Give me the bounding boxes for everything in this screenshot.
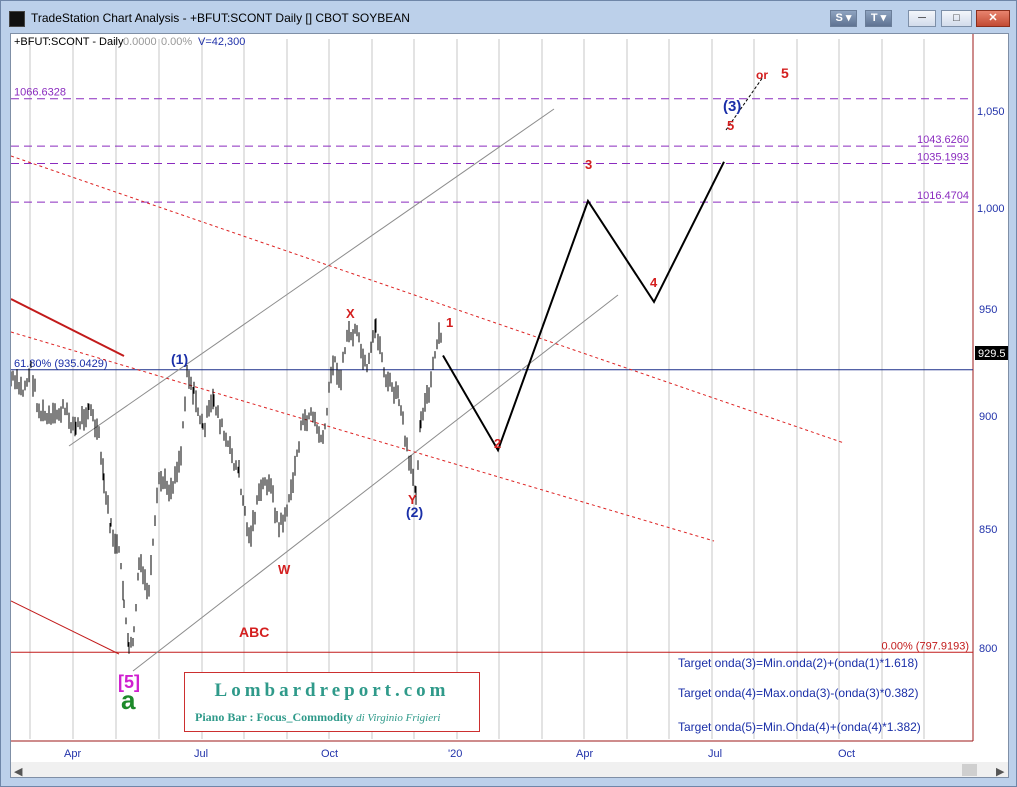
chart-volume: V=42,300 bbox=[198, 36, 245, 48]
target-onda-5: Target onda(5)=Min.Onda(4)+(onda(4)*1.38… bbox=[678, 720, 921, 734]
y-tick-950: 950 bbox=[979, 304, 997, 316]
logo-subtitle-italic: di Virginio Frigieri bbox=[356, 712, 441, 724]
x-tick-oct: Oct bbox=[321, 748, 338, 760]
wave-label-4: 4 bbox=[650, 275, 658, 290]
last-price-value: 929.5 bbox=[978, 348, 1006, 360]
y-tick-900: 900 bbox=[979, 411, 997, 423]
logo-box: Lombardreport.com Piano Bar : Focus_Comm… bbox=[184, 672, 480, 732]
red-trend-line-bottom bbox=[11, 600, 120, 655]
wave-label-x: X bbox=[346, 306, 355, 321]
chart-area[interactable]: 1066.6328 1043.6260 1035.1993 1016.4704 61.8… bbox=[10, 33, 1009, 778]
level-label-1: 1043.6260 bbox=[917, 134, 969, 146]
target-onda-3: Target onda(3)=Min.onda(2)+(onda(1)*1.61… bbox=[678, 656, 918, 670]
targets: Target onda(3)=Min.onda(2)+(onda(1)*1.61… bbox=[678, 656, 921, 734]
level-label-0: 1066.6328 bbox=[14, 87, 66, 99]
vertical-grid bbox=[29, 39, 925, 739]
wave-label-(1): (1) bbox=[171, 351, 188, 367]
level-label-2: 1035.1993 bbox=[917, 151, 969, 163]
logo-title: Lombardreport.com bbox=[214, 680, 450, 701]
wave-label-2: 2 bbox=[494, 436, 501, 451]
symbol-menu-button[interactable]: S ▾ bbox=[830, 10, 857, 27]
x-tick-apr: Apr bbox=[64, 748, 81, 760]
app-icon bbox=[9, 11, 25, 27]
tools-menu-button[interactable]: T ▾ bbox=[865, 10, 892, 27]
x-axis-ticks: Apr Jul Oct '20 Apr Jul Oct bbox=[64, 748, 855, 760]
x-tick-oct-2: Oct bbox=[838, 748, 855, 760]
logo-subtitle: Piano Bar : Focus_Commodity di Virginio … bbox=[195, 710, 440, 725]
minimize-button[interactable]: ─ bbox=[908, 10, 936, 27]
x-tick-20: '20 bbox=[448, 748, 462, 760]
wave-label-a: a bbox=[121, 685, 136, 715]
wave-label-1: 1 bbox=[446, 315, 453, 330]
wave-label-5-alt: 5 bbox=[781, 65, 789, 81]
logo-subtitle-bold: Piano Bar : Focus_Commodity bbox=[195, 710, 354, 724]
y-axis-ticks: 800 850 900 950 1,000 1,050 bbox=[977, 106, 1005, 655]
scroll-right-arrow-icon[interactable]: ▶ bbox=[996, 765, 1005, 778]
chart-symbol: +BFUT:SCONT - Daily bbox=[14, 36, 124, 48]
wave-label-or: or bbox=[756, 68, 768, 82]
scroll-left-arrow-icon[interactable]: ◀ bbox=[14, 765, 23, 778]
title-bar: TradeStation Chart Analysis - +BFUT:SCON… bbox=[1, 1, 1016, 33]
channel-upper-line bbox=[68, 108, 555, 447]
wave-label-(3): (3) bbox=[723, 98, 741, 115]
y-tick-800: 800 bbox=[979, 643, 997, 655]
price-chart: 1066.6328 1043.6260 1035.1993 1016.4704 61.8… bbox=[11, 34, 1009, 778]
target-onda-4: Target onda(4)=Max.onda(3)-(onda(3)*0.38… bbox=[678, 686, 918, 700]
wave-label-w: W bbox=[278, 562, 291, 577]
level-label-5: 0.00% (797.9193) bbox=[882, 640, 969, 652]
wave-label-3: 3 bbox=[585, 157, 592, 172]
chart-change: 0.0000 bbox=[123, 36, 157, 48]
fib-levels: 1066.6328 1043.6260 1035.1993 1016.4704 61.8… bbox=[11, 87, 973, 653]
chart-pct: 0.00% bbox=[161, 36, 192, 48]
wave-label-5: 5 bbox=[727, 118, 734, 133]
scrollbar-thumb[interactable] bbox=[962, 764, 977, 776]
maximize-button[interactable]: □ bbox=[941, 10, 972, 27]
y-tick-1000: 1,000 bbox=[977, 203, 1005, 215]
level-label-4: 61.80% (935.0429) bbox=[14, 358, 108, 370]
horizontal-scrollbar[interactable] bbox=[11, 762, 1009, 778]
x-tick-apr-2: Apr bbox=[576, 748, 593, 760]
level-label-3: 1016.4704 bbox=[917, 190, 969, 202]
red-trend-line-top bbox=[11, 298, 125, 357]
chart-window: TradeStation Chart Analysis - +BFUT:SCON… bbox=[0, 0, 1017, 787]
window-title: TradeStation Chart Analysis - +BFUT:SCON… bbox=[31, 11, 410, 25]
x-tick-jul: Jul bbox=[194, 748, 208, 760]
x-tick-jul-2: Jul bbox=[708, 748, 722, 760]
close-button[interactable]: ✕ bbox=[976, 10, 1010, 27]
wave-label-abc: ABC bbox=[239, 624, 269, 640]
wave-label-(2): (2) bbox=[406, 504, 423, 520]
y-tick-1050: 1,050 bbox=[977, 106, 1005, 118]
y-tick-850: 850 bbox=[979, 524, 997, 536]
